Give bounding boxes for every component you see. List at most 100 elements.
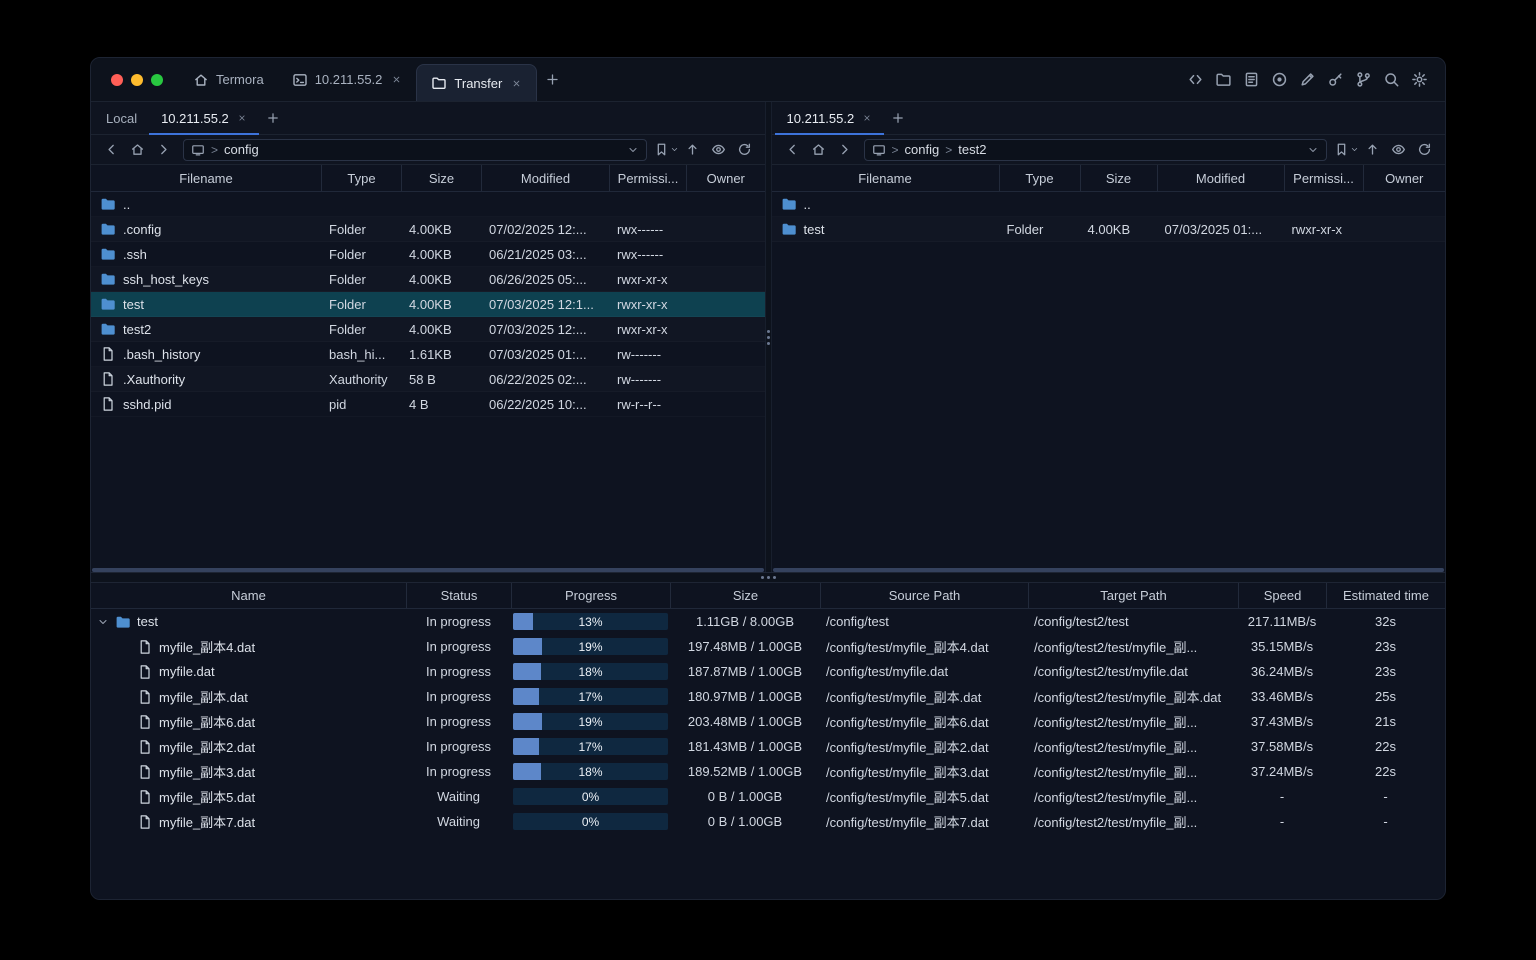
file-row[interactable]: sshd.pid pid 4 B 06/22/2025 10:... rw-r--r-- xyxy=(91,392,765,417)
show-hidden-files-button[interactable] xyxy=(706,138,731,162)
column-header-name[interactable]: Name xyxy=(91,583,406,608)
bookmarks-button[interactable] xyxy=(1334,138,1359,162)
code-button[interactable] xyxy=(1186,70,1205,89)
breadcrumb-segment[interactable]: test2 xyxy=(958,142,986,157)
file-row[interactable]: test2 Folder 4.00KB 07/03/2025 12:... rwxr-x… xyxy=(91,317,765,342)
transfer-row[interactable]: myfile_副本4.dat In progress 19% 197.48MB / 1… xyxy=(91,634,1445,659)
column-header-size[interactable]: Size xyxy=(1079,165,1157,191)
file-row[interactable]: test Folder 4.00KB 07/03/2025 12:1... rwxr-x… xyxy=(91,292,765,317)
notes-button[interactable] xyxy=(1242,70,1261,89)
transfer-row[interactable]: myfile_副本7.dat Waiting 0% 0 B / 1.00GB/conf… xyxy=(91,809,1445,834)
horizontal-splitter[interactable] xyxy=(91,572,1445,583)
refresh-button[interactable] xyxy=(732,138,757,162)
right-pane-tab[interactable]: 10.211.55.2 xyxy=(774,102,885,135)
eye-icon xyxy=(711,142,726,157)
column-header-source-path[interactable]: Source Path xyxy=(820,583,1028,608)
title-tab-host[interactable]: 10.211.55.2 xyxy=(278,58,417,101)
close-tab-icon[interactable] xyxy=(511,78,522,89)
progress-bar: 0% xyxy=(513,788,668,805)
transfer-row[interactable]: myfile_副本.dat In progress 17% 180.97MB / 1.… xyxy=(91,684,1445,709)
column-header-modified[interactable]: Modified xyxy=(481,165,609,191)
transfer-row[interactable]: test In progress 13% 1.11GB / 8.00GB/config… xyxy=(91,609,1445,634)
close-tab-icon[interactable] xyxy=(237,113,247,123)
column-header-type[interactable]: Type xyxy=(321,165,401,191)
forward-button[interactable] xyxy=(832,138,857,162)
file-row[interactable]: .bash_history bash_hi... 1.61KB 07/03/2025 … xyxy=(91,342,765,367)
computer-icon xyxy=(872,143,886,157)
right-path-bar[interactable]: > config > test2 xyxy=(863,138,1327,161)
right-new-tab-button[interactable] xyxy=(884,102,912,134)
back-button[interactable] xyxy=(780,138,805,162)
column-header-filename[interactable]: Filename xyxy=(772,165,999,191)
transfer-row[interactable]: myfile.dat In progress 18% 187.87MB / 1.00G… xyxy=(91,659,1445,684)
column-header-target-path[interactable]: Target Path xyxy=(1028,583,1238,608)
file-icon xyxy=(137,764,153,780)
forward-button[interactable] xyxy=(151,138,176,162)
file-type: Xauthority xyxy=(329,371,388,387)
settings-button[interactable] xyxy=(1410,70,1429,89)
transfer-row[interactable]: myfile_副本6.dat In progress 19% 203.48MB / 1… xyxy=(91,709,1445,734)
column-header-progress[interactable]: Progress xyxy=(511,583,670,608)
column-header-permissions[interactable]: Permissi... xyxy=(609,165,686,191)
folder-button[interactable] xyxy=(1214,70,1233,89)
show-hidden-files-button[interactable] xyxy=(1386,138,1411,162)
search-button[interactable] xyxy=(1382,70,1401,89)
column-header-type[interactable]: Type xyxy=(998,165,1080,191)
parent-directory-button[interactable] xyxy=(1360,138,1385,162)
refresh-button[interactable] xyxy=(1412,138,1437,162)
file-row[interactable]: ssh_host_keys Folder 4.00KB 06/26/2025 05:.… xyxy=(91,267,765,292)
back-button[interactable] xyxy=(99,138,124,162)
left-pane-tab[interactable]: Local xyxy=(94,102,149,134)
pencil-button[interactable] xyxy=(1298,70,1317,89)
column-header-owner[interactable]: Owner xyxy=(686,165,765,191)
transfer-row[interactable]: myfile_副本2.dat In progress 17% 181.43MB / 1… xyxy=(91,734,1445,759)
file-row[interactable]: .Xauthority Xauthority 58 B 06/22/2025 02:.… xyxy=(91,367,765,392)
minimize-window-button[interactable] xyxy=(131,73,143,86)
column-header-filename[interactable]: Filename xyxy=(91,165,321,191)
column-header-estimated-time[interactable]: Estimated time xyxy=(1326,583,1445,608)
breadcrumb-separator: > xyxy=(211,142,219,157)
title-tab-transfer[interactable]: Transfer xyxy=(416,64,538,101)
vertical-splitter[interactable] xyxy=(764,102,772,572)
bookmarks-button[interactable] xyxy=(654,138,679,162)
transfer-row[interactable]: myfile_副本5.dat Waiting 0% 0 B / 1.00GB/conf… xyxy=(91,784,1445,809)
column-header-speed[interactable]: Speed xyxy=(1238,583,1326,608)
left-new-tab-button[interactable] xyxy=(259,102,287,134)
splitter-handle-icon xyxy=(766,335,770,339)
chevron-down-icon[interactable] xyxy=(97,616,109,628)
key-button[interactable] xyxy=(1326,70,1345,89)
file-row[interactable]: .. xyxy=(772,192,1446,217)
file-row[interactable]: .ssh Folder 4.00KB 06/21/2025 03:... rwx----… xyxy=(91,242,765,267)
file-row[interactable]: .. xyxy=(91,192,765,217)
left-pane-tab[interactable]: 10.211.55.2 xyxy=(149,102,259,135)
home-button[interactable] xyxy=(806,138,831,162)
left-path-bar[interactable]: > config xyxy=(183,138,647,161)
column-header-owner[interactable]: Owner xyxy=(1362,165,1446,191)
branch-button[interactable] xyxy=(1354,70,1373,89)
arrow-up-icon xyxy=(685,142,700,157)
title-tab-termora[interactable]: Termora xyxy=(179,58,278,101)
path-dropdown-icon[interactable] xyxy=(1307,144,1319,156)
path-dropdown-icon[interactable] xyxy=(627,144,639,156)
zoom-window-button[interactable] xyxy=(151,73,163,86)
breadcrumb-segment[interactable]: config xyxy=(224,142,259,157)
home-button[interactable] xyxy=(125,138,150,162)
breadcrumb-segment[interactable]: config xyxy=(905,142,940,157)
column-header-size[interactable]: Size xyxy=(670,583,820,608)
parent-directory-button[interactable] xyxy=(680,138,705,162)
column-header-permissions[interactable]: Permissi... xyxy=(1283,165,1363,191)
column-header-size[interactable]: Size xyxy=(401,165,481,191)
close-tab-icon[interactable] xyxy=(391,74,402,85)
close-tab-icon[interactable] xyxy=(862,113,872,123)
record-button[interactable] xyxy=(1270,70,1289,89)
file-row[interactable]: .config Folder 4.00KB 07/02/2025 12:... rwx-… xyxy=(91,217,765,242)
file-type: Folder xyxy=(329,246,366,262)
pane-tab-label: 10.211.55.2 xyxy=(786,110,855,126)
close-window-button[interactable] xyxy=(111,73,123,86)
column-header-status[interactable]: Status xyxy=(406,583,511,608)
transfer-row[interactable]: myfile_副本3.dat In progress 18% 189.52MB / 1… xyxy=(91,759,1445,784)
column-header-modified[interactable]: Modified xyxy=(1156,165,1284,191)
file-row[interactable]: test Folder 4.00KB 07/03/2025 01:... rwxr-xr… xyxy=(772,217,1446,242)
transfer-eta: - xyxy=(1383,814,1388,829)
new-tab-button[interactable] xyxy=(537,58,567,101)
